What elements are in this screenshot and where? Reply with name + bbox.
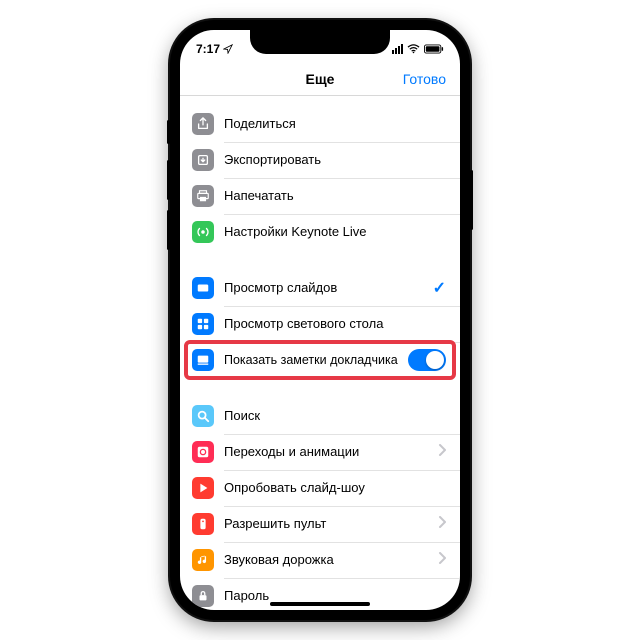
- lock-icon: [192, 585, 214, 607]
- row-label: Переходы и анимации: [224, 444, 428, 460]
- row-search[interactable]: Поиск: [180, 398, 460, 434]
- wifi-icon: [407, 44, 420, 54]
- volume-up-button: [167, 160, 170, 200]
- row-label: Опробовать слайд-шоу: [224, 480, 446, 496]
- broadcast-icon: [192, 221, 214, 243]
- row-label: Показать заметки докладчика: [224, 353, 398, 368]
- status-time: 7:17: [196, 42, 220, 56]
- chevron-right-icon: [438, 443, 446, 461]
- screen: 7:17: [180, 30, 460, 610]
- mute-switch: [167, 120, 170, 144]
- toggle-presenter_notes[interactable]: [408, 349, 446, 371]
- row-label: Напечатать: [224, 188, 446, 204]
- row-transitions[interactable]: Переходы и анимации: [180, 434, 460, 470]
- content-scroll[interactable]: Поделиться Экспортировать Напечатать Настро…: [180, 96, 460, 610]
- slide-icon: [192, 277, 214, 299]
- row-slide_view[interactable]: Просмотр слайдов ✓: [180, 270, 460, 306]
- nav-title: Еще: [306, 71, 335, 87]
- row-try_slideshow[interactable]: Опробовать слайд-шоу: [180, 470, 460, 506]
- cellular-signal-icon: [392, 44, 403, 54]
- row-label: Звуковая дорожка: [224, 552, 428, 568]
- row-print[interactable]: Напечатать: [180, 178, 460, 214]
- phone-frame: 7:17: [170, 20, 470, 620]
- settings-group: Поделиться Экспортировать Напечатать Настро…: [180, 106, 460, 250]
- home-indicator[interactable]: [270, 602, 370, 606]
- export-icon: [192, 149, 214, 171]
- nav-bar: Еще Готово: [180, 62, 460, 96]
- row-label: Поиск: [224, 408, 446, 424]
- power-button: [470, 170, 473, 230]
- remote-icon: [192, 513, 214, 535]
- row-keynote_live[interactable]: Настройки Keynote Live: [180, 214, 460, 250]
- settings-group: Поиск Переходы и анимации Опробовать слайд…: [180, 398, 460, 610]
- row-label: Поделиться: [224, 116, 446, 132]
- done-button[interactable]: Готово: [403, 71, 446, 87]
- notch: [250, 30, 390, 54]
- row-soundtrack[interactable]: Звуковая дорожка: [180, 542, 460, 578]
- search-icon: [192, 405, 214, 427]
- settings-group: Просмотр слайдов ✓ Просмотр светового стол…: [180, 270, 460, 378]
- volume-down-button: [167, 210, 170, 250]
- print-icon: [192, 185, 214, 207]
- transition-icon: [192, 441, 214, 463]
- grid-icon: [192, 313, 214, 335]
- notes-icon: [192, 349, 214, 371]
- row-label: Просмотр слайдов: [224, 280, 423, 296]
- chevron-right-icon: [438, 515, 446, 533]
- row-presenter_notes[interactable]: Показать заметки докладчика: [180, 342, 460, 378]
- play-icon: [192, 477, 214, 499]
- row-light_table[interactable]: Просмотр светового стола: [180, 306, 460, 342]
- row-export[interactable]: Экспортировать: [180, 142, 460, 178]
- row-label: Настройки Keynote Live: [224, 224, 446, 240]
- location-icon: [223, 44, 233, 54]
- chevron-right-icon: [438, 551, 446, 569]
- battery-icon: [424, 44, 444, 54]
- music-icon: [192, 549, 214, 571]
- checkmark-icon: ✓: [433, 278, 446, 298]
- row-label: Просмотр светового стола: [224, 316, 446, 332]
- row-label: Экспортировать: [224, 152, 446, 168]
- share-icon: [192, 113, 214, 135]
- row-label: Разрешить пульт: [224, 516, 428, 532]
- row-allow_remote[interactable]: Разрешить пульт: [180, 506, 460, 542]
- row-share[interactable]: Поделиться: [180, 106, 460, 142]
